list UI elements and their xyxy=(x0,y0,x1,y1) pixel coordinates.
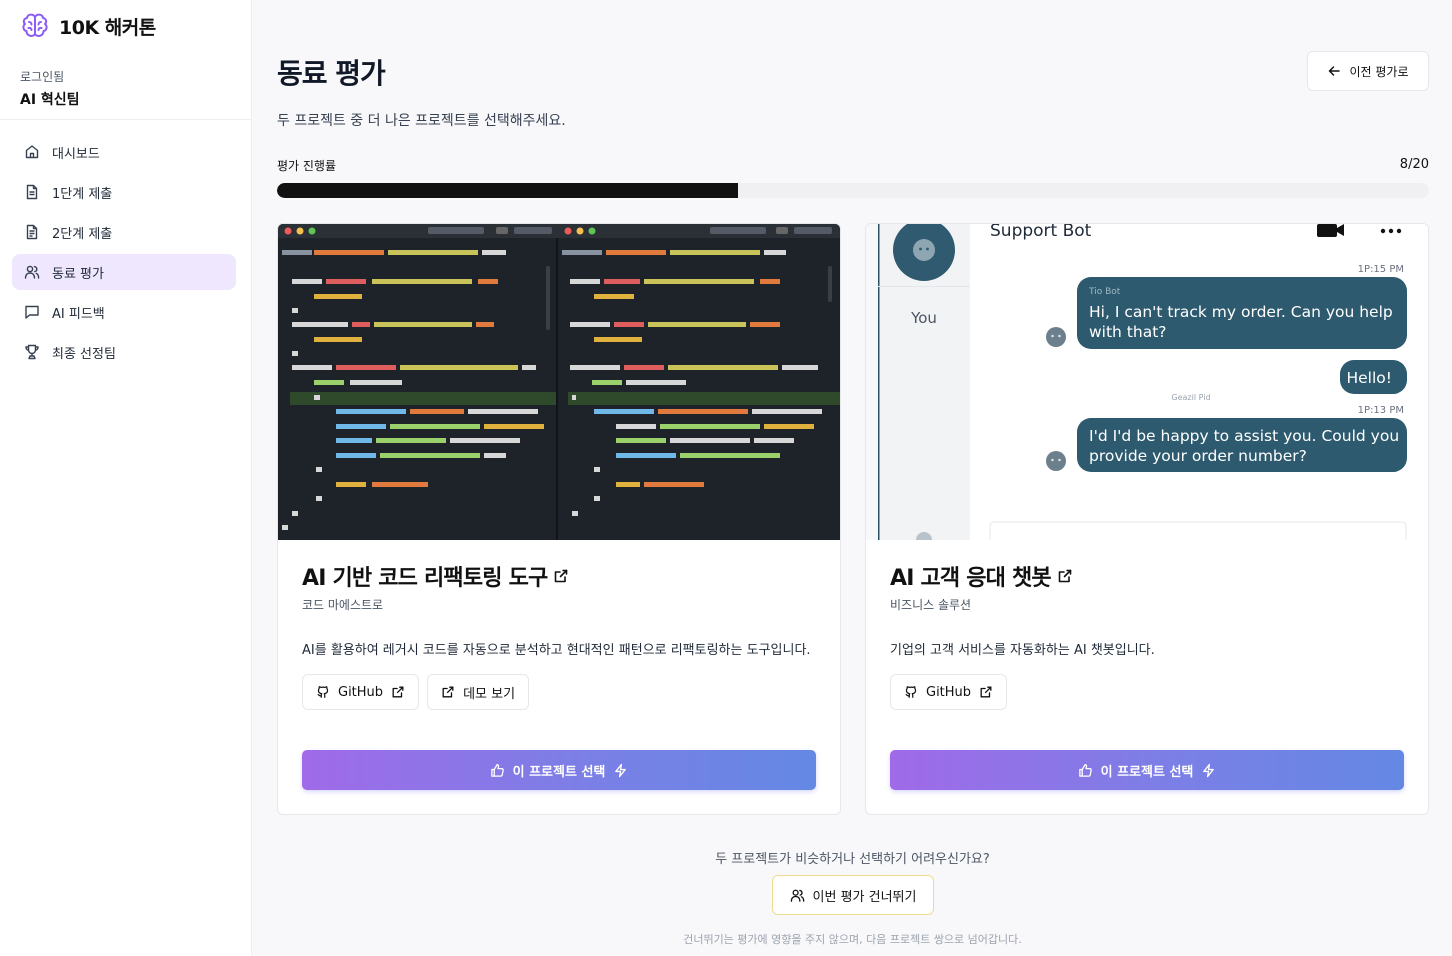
external-link-icon xyxy=(980,686,992,698)
external-link-icon xyxy=(392,686,404,698)
demo-button[interactable]: 데모 보기 xyxy=(427,674,530,710)
zap-icon xyxy=(615,763,627,777)
select-project-label: 이 프로젝트 선택 xyxy=(512,764,606,780)
previous-review-button[interactable]: 이전 평가로 xyxy=(1307,51,1429,91)
sidebar-item-stage1[interactable]: 1단계 제출 xyxy=(12,174,236,210)
login-status: 로그인됨 xyxy=(20,70,65,84)
sidebar-item-label: 동료 평가 xyxy=(52,266,104,282)
sidebar-item-dashboard[interactable]: 대시보드 xyxy=(12,134,236,170)
skip-note: 건너뛰기는 평가에 영향을 주지 않으며, 다음 프로젝트 쌍으로 넘어갑니다. xyxy=(683,933,1022,946)
brain-icon xyxy=(22,13,48,37)
github-icon xyxy=(905,686,917,698)
sidebar-item-ai-feedback[interactable]: AI 피드백 xyxy=(12,294,236,330)
previous-review-label: 이전 평가로 xyxy=(1349,64,1409,79)
project-title-text: AI 고객 응대 챗봇 xyxy=(890,566,1052,591)
project-links: GitHub 데모 보기 xyxy=(302,674,530,710)
project-card-2: You Support Bot 1P:15 PM Tio Bot Hi, I c… xyxy=(865,223,1429,815)
skip-review-label: 이번 평가 건너뛰기 xyxy=(812,889,917,905)
sidebar-item-label: 1단계 제출 xyxy=(52,186,113,202)
progress-fill xyxy=(277,183,738,198)
chat-header-title: Support Bot xyxy=(990,224,1092,241)
select-project-button[interactable]: 이 프로젝트 선택 xyxy=(890,750,1404,790)
external-link-icon xyxy=(1058,569,1072,583)
project-links: GitHub xyxy=(890,674,1008,710)
github-label: GitHub xyxy=(926,684,972,700)
demo-label: 데모 보기 xyxy=(463,686,516,702)
thumbs-up-icon xyxy=(1078,763,1092,777)
sidebar-nav: 대시보드 1단계 제출 2단계 제출 동료 평가 AI 피드백 최종 선정팀 xyxy=(12,134,236,374)
sidebar-divider xyxy=(0,119,252,120)
project-title[interactable]: AI 기반 코드 리팩토링 도구 xyxy=(302,560,569,592)
project-screenshot-code xyxy=(278,224,840,540)
chat-message-3b: provide your order number? xyxy=(1089,447,1307,465)
github-button[interactable]: GitHub xyxy=(890,674,1008,710)
sidebar-item-stage2[interactable]: 2단계 제출 xyxy=(12,214,236,250)
file-icon xyxy=(26,184,38,200)
project-team: 코드 마에스트로 xyxy=(302,598,384,612)
users-icon xyxy=(790,889,804,902)
sidebar-item-label: 대시보드 xyxy=(52,146,100,162)
github-icon xyxy=(317,686,329,698)
project-description: 기업의 고객 서비스를 자동화하는 AI 챗봇입니다. xyxy=(890,643,1155,658)
sidebar-item-label: 2단계 제출 xyxy=(52,226,113,242)
sidebar-item-label: AI 피드백 xyxy=(52,306,105,322)
chat-message-1b: with that? xyxy=(1089,323,1167,341)
main-content: 동료 평가 두 프로젝트 중 더 나은 프로젝트를 선택해주세요. 이전 평가로… xyxy=(253,0,1452,956)
progress-label: 평가 진행률 xyxy=(277,159,337,173)
chat-you-label: You xyxy=(910,309,937,327)
select-project-label: 이 프로젝트 선택 xyxy=(1100,764,1194,780)
project-title[interactable]: AI 고객 응대 챗봇 xyxy=(890,560,1073,592)
sidebar-item-label: 최종 선정팀 xyxy=(52,346,116,362)
project-title-text: AI 기반 코드 리팩토링 도구 xyxy=(302,566,548,591)
skip-review-button[interactable]: 이번 평가 건너뛰기 xyxy=(772,875,934,915)
project-card-1: AI 기반 코드 리팩토링 도구 코드 마에스트로 AI를 활용하여 레거시 코… xyxy=(277,223,841,815)
zap-icon xyxy=(1203,763,1215,777)
progress-count: 8/20 xyxy=(1399,157,1429,172)
chat-message-1a: Hi, I can't track my order. Can you help xyxy=(1089,303,1393,321)
chat-time-1: 1P:15 PM xyxy=(1358,264,1404,275)
brand[interactable]: 10K 해커톤 xyxy=(20,11,156,41)
chat-sender: Tio Bot xyxy=(1088,287,1121,297)
progress-bar xyxy=(277,183,1429,198)
external-link-icon xyxy=(442,686,454,698)
sidebar-item-peer-review[interactable]: 동료 평가 xyxy=(12,254,236,290)
sidebar: 10K 해커톤 로그인됨 AI 혁신팀 대시보드 1단계 제출 2단계 제출 동… xyxy=(0,0,252,956)
external-link-icon xyxy=(555,569,568,583)
github-label: GitHub xyxy=(338,684,384,700)
chat-time-2: 1P:13 PM xyxy=(1358,405,1404,416)
arrow-left-icon xyxy=(1329,66,1341,76)
team-name: AI 혁신팀 xyxy=(20,92,80,108)
project-screenshot-chatbot: You Support Bot 1P:15 PM Tio Bot Hi, I c… xyxy=(866,224,1428,540)
skip-question: 두 프로젝트가 비슷하거나 선택하기 어려우신가요? xyxy=(715,852,990,867)
thumbs-up-icon xyxy=(490,763,504,777)
chat-mid-label: Geazil Pid xyxy=(1171,393,1210,402)
project-description: AI를 활용하여 레거시 코드를 자동으로 분석하고 현대적인 패턴으로 리팩토… xyxy=(302,643,811,658)
page-title: 동료 평가 xyxy=(277,57,386,90)
github-button[interactable]: GitHub xyxy=(302,674,420,710)
file-text-icon xyxy=(26,224,38,240)
select-project-button[interactable]: 이 프로젝트 선택 xyxy=(302,750,816,790)
sidebar-item-final-teams[interactable]: 최종 선정팀 xyxy=(12,334,236,370)
page-subtitle: 두 프로젝트 중 더 나은 프로젝트를 선택해주세요. xyxy=(277,113,566,129)
chat-message-2: Hello! xyxy=(1346,369,1392,387)
message-square-icon xyxy=(25,305,39,319)
home-icon xyxy=(25,145,39,159)
project-team: 비즈니스 솔루션 xyxy=(890,598,972,612)
brand-name: 10K 해커톤 xyxy=(59,16,156,39)
chat-message-3a: I'd I'd be happy to assist you. Could yo… xyxy=(1089,427,1399,445)
users-icon xyxy=(24,265,40,279)
trophy-icon xyxy=(25,344,39,360)
